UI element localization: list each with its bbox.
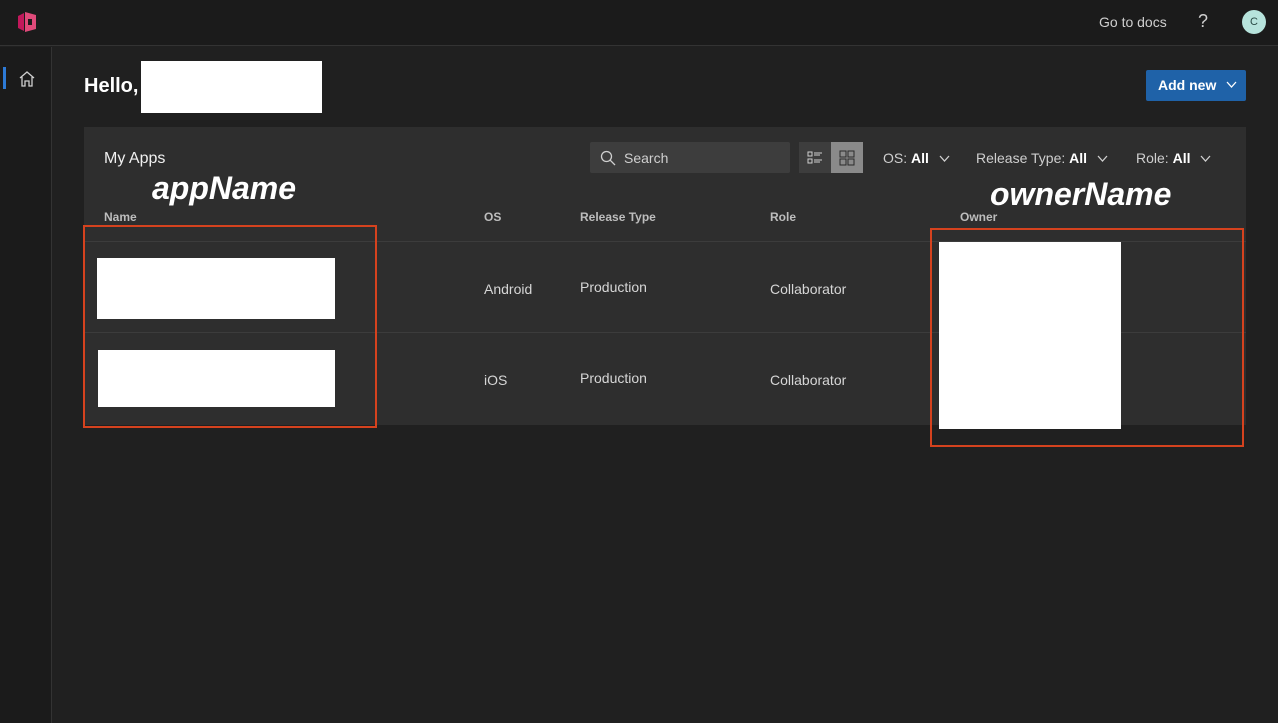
chevron-down-icon	[1226, 81, 1237, 88]
chevron-down-icon	[1200, 155, 1211, 163]
row-os: iOS	[484, 372, 508, 388]
redacted-username	[141, 61, 322, 113]
role-filter-label: Role:	[1136, 150, 1169, 166]
chevron-down-icon	[939, 155, 950, 163]
chevron-down-icon	[1097, 155, 1108, 163]
row-os: Android	[484, 281, 533, 297]
release-type-filter-value: All	[1069, 150, 1088, 166]
os-filter-label: OS:	[883, 150, 908, 166]
left-nav	[0, 47, 52, 723]
row-release-type: Production	[580, 370, 647, 386]
search-box[interactable]	[590, 142, 790, 173]
annotation-owner-name-label: ownerName	[990, 176, 1172, 212]
column-header-os[interactable]: OS	[484, 210, 501, 224]
greeting: Hello,	[84, 75, 139, 97]
column-header-role[interactable]: Role	[770, 210, 796, 224]
home-icon	[19, 71, 35, 87]
top-bar: Go to docs ? C	[0, 0, 1278, 46]
column-header-release-type[interactable]: Release Type	[580, 210, 656, 224]
row-role: Collaborator	[770, 372, 847, 388]
role-filter-value: All	[1172, 150, 1191, 166]
list-view-button[interactable]	[799, 142, 831, 173]
role-filter-dropdown[interactable]: Role: All	[1136, 150, 1211, 166]
help-icon[interactable]: ?	[1198, 11, 1208, 32]
row-release-type: Production	[580, 279, 647, 295]
os-filter-dropdown[interactable]: OS: All	[883, 150, 950, 166]
nav-home[interactable]	[0, 65, 52, 97]
row-role: Collaborator	[770, 281, 847, 297]
grid-view-button[interactable]	[831, 142, 863, 173]
avatar[interactable]: C	[1242, 10, 1266, 34]
column-header-name[interactable]: Name	[104, 210, 137, 224]
go-to-docs-link[interactable]: Go to docs	[1099, 14, 1167, 30]
annotation-app-name-box	[83, 225, 377, 428]
add-new-label: Add new	[1158, 77, 1217, 93]
release-type-filter-label: Release Type:	[976, 150, 1066, 166]
grid-view-icon	[839, 150, 855, 166]
annotation-app-name-label: appName	[152, 170, 297, 206]
add-new-button[interactable]: Add new	[1146, 70, 1246, 101]
list-view-icon	[807, 151, 822, 164]
search-icon	[600, 150, 616, 166]
app-center-logo-icon[interactable]	[14, 10, 40, 34]
nav-active-indicator	[3, 67, 6, 89]
search-input[interactable]	[624, 142, 784, 173]
release-type-filter-dropdown[interactable]: Release Type: All	[976, 150, 1108, 166]
annotation-owner-name-box	[930, 228, 1244, 447]
card-title: My Apps	[104, 150, 166, 167]
os-filter-value: All	[911, 150, 929, 166]
